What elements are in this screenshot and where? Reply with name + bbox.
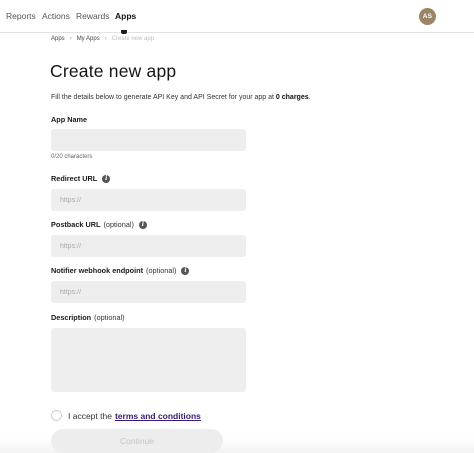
breadcrumb-current: Create new app	[111, 36, 155, 42]
notifier-webhook-label-text: Notifier webhook endpoint	[51, 266, 144, 275]
optional-tag: (optional)	[94, 313, 125, 322]
terms-link[interactable]: terms and conditions	[115, 411, 201, 421]
description-label-text: Description	[51, 313, 92, 322]
nav-item-rewards[interactable]: Rewards	[76, 11, 110, 21]
breadcrumb-apps[interactable]: Apps	[51, 36, 65, 42]
description-label: Description (optional)	[51, 313, 125, 322]
optional-tag: (optional)	[146, 266, 177, 275]
postback-url-label-text: Postback URL	[51, 220, 101, 229]
scrolled-heading-fragment	[121, 30, 127, 34]
description-textarea[interactable]	[51, 328, 246, 392]
intro-text: Fill the details below to generate API K…	[51, 94, 311, 101]
avatar[interactable]: AS	[419, 8, 436, 25]
terms-prefix: I accept the	[68, 410, 112, 421]
postback-url-input[interactable]	[51, 235, 246, 257]
info-icon[interactable]: i	[181, 266, 190, 275]
intro-suffix: .	[308, 94, 311, 101]
app-name-label-text: App Name	[51, 115, 88, 124]
app-name-label: App Name	[51, 115, 87, 124]
page-title: Create new app	[50, 61, 177, 81]
breadcrumb-my-apps[interactable]: My Apps	[77, 36, 100, 42]
breadcrumb-separator: ›	[69, 36, 72, 42]
app-name-char-count: 0/20 characters	[51, 154, 93, 160]
breadcrumb: Apps › My Apps › Create new app	[51, 36, 154, 42]
continue-button[interactable]: Continue	[51, 429, 223, 453]
redirect-url-input[interactable]	[51, 189, 246, 211]
intro-prefix: Fill the details below to generate API K…	[51, 94, 274, 101]
notifier-webhook-label: Notifier webhook endpoint (optional) i	[51, 266, 190, 275]
intro-charges: 0 charges	[275, 94, 309, 101]
top-navigation: Reports Actions Rewards Apps AS	[0, 0, 474, 33]
redirect-url-label-text: Redirect URL	[51, 174, 98, 183]
breadcrumb-separator: ›	[104, 36, 107, 42]
accept-terms-radio[interactable]	[51, 410, 62, 421]
nav-item-apps[interactable]: Apps	[115, 11, 136, 21]
nav-item-reports[interactable]: Reports	[6, 11, 36, 21]
postback-url-label: Postback URL (optional) i	[51, 220, 147, 229]
nav-item-actions[interactable]: Actions	[42, 11, 70, 21]
notifier-webhook-input[interactable]	[51, 281, 246, 303]
terms-row: I accept the terms and conditions	[51, 410, 201, 421]
redirect-url-label: Redirect URL i	[51, 174, 111, 183]
app-name-input[interactable]	[51, 129, 246, 151]
info-icon[interactable]: i	[102, 174, 111, 183]
optional-tag: (optional)	[103, 220, 134, 229]
info-icon[interactable]: i	[138, 220, 147, 229]
